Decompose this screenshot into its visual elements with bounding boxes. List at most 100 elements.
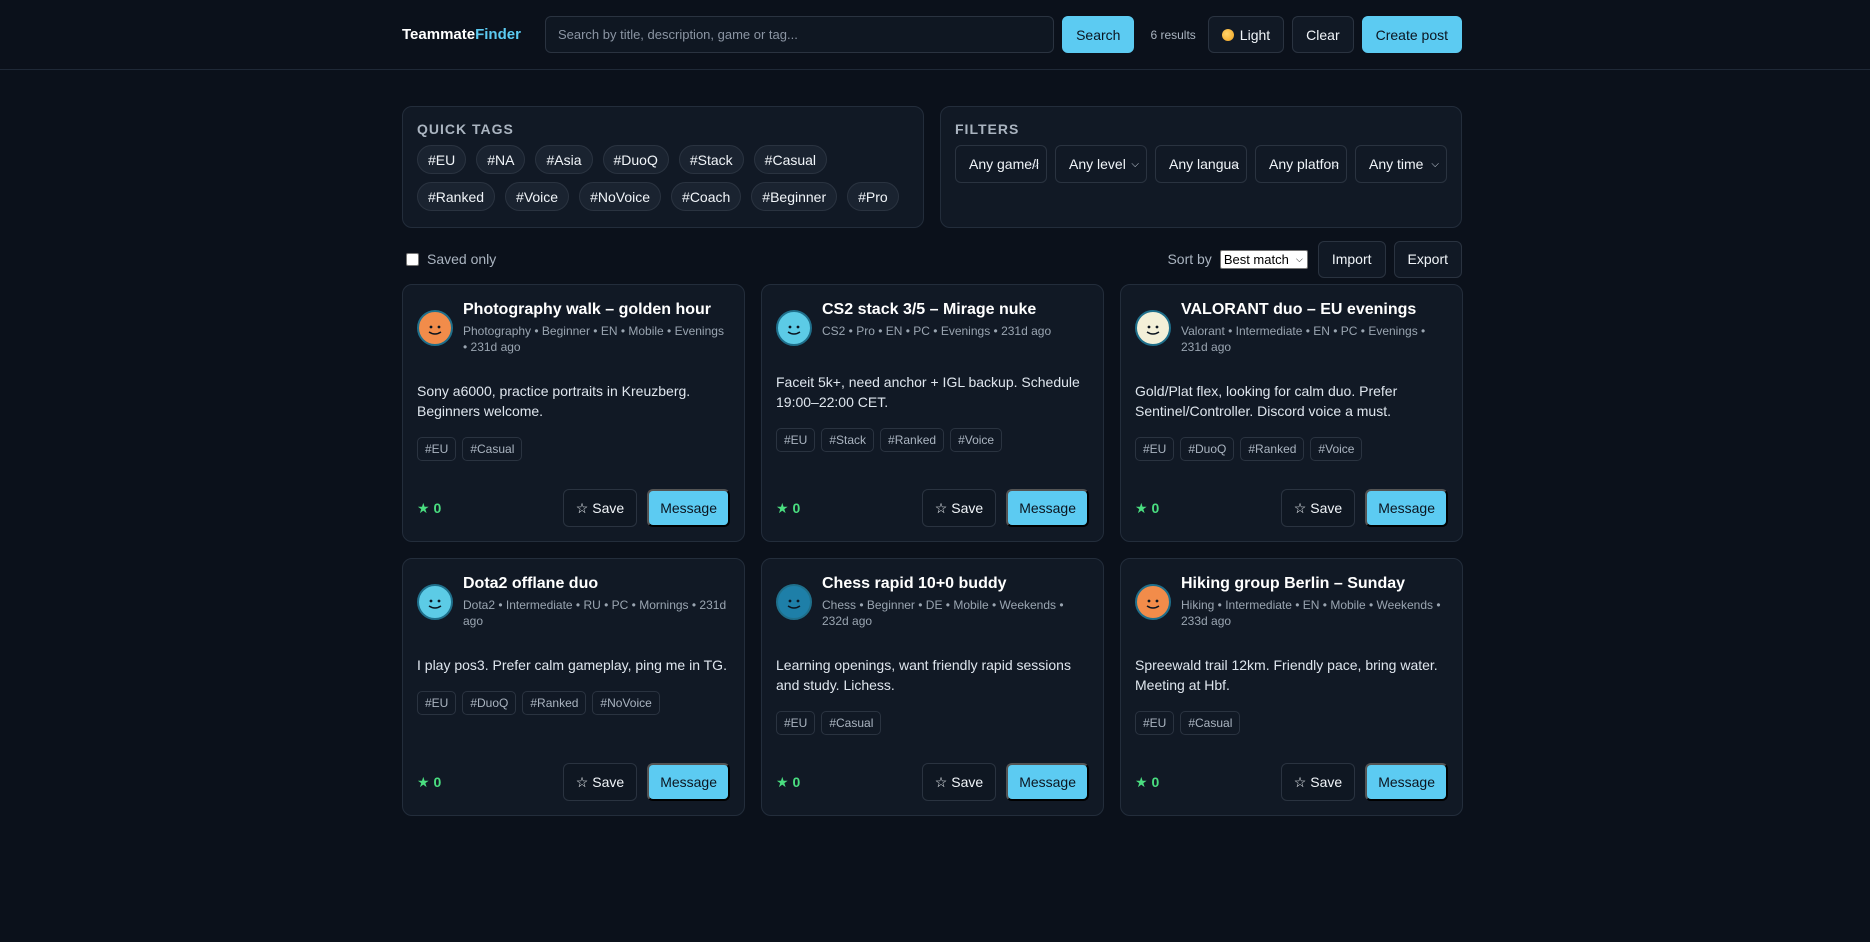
post-tag[interactable]: #Ranked (880, 428, 945, 452)
post-tag[interactable]: #Stack (821, 428, 875, 452)
chevron-down-icon: ⌵ (1231, 159, 1239, 170)
post-title[interactable]: Chess rapid 10+0 buddy (822, 575, 1089, 593)
export-button[interactable]: Export (1393, 240, 1462, 278)
post-meta: Chess • Beginner • DE • Mobile • Weekend… (822, 598, 1064, 628)
post-tag[interactable]: #Ranked (1240, 437, 1305, 461)
saved-only-toggle[interactable]: Saved only (402, 251, 496, 267)
quick-tag[interactable]: #Ranked (417, 182, 496, 211)
quick-tags-list: #EU #NA #Asia #DuoQ #Stack #Casual #Ranked #Voi… (417, 145, 909, 211)
post-title[interactable]: Hiking group Berlin – Sunday (1181, 575, 1448, 593)
logo-text-accent: Finder (475, 26, 521, 43)
star-count: ★ 0 (776, 499, 801, 516)
message-button[interactable]: Message (1365, 763, 1448, 801)
star-outline-icon: ☆ (1293, 499, 1307, 516)
save-button[interactable]: ☆ Save (1280, 763, 1356, 801)
filter-select[interactable]: Any langua ⌵ (1155, 145, 1247, 183)
filter-select[interactable]: Any platfon ⌵ (1255, 145, 1347, 183)
quick-tag[interactable]: #Voice (505, 182, 570, 211)
quick-tag[interactable]: #Casual (753, 145, 828, 174)
quick-tag[interactable]: #NA (476, 145, 526, 174)
quick-tag[interactable]: #Beginner (751, 182, 838, 211)
post-title[interactable]: Dota2 offlane duo (463, 575, 730, 593)
post-tag[interactable]: #DuoQ (462, 691, 517, 715)
star-count: ★ 0 (1135, 499, 1160, 516)
post-tag[interactable]: #EU (417, 691, 457, 715)
post-tag[interactable]: #DuoQ (1180, 437, 1235, 461)
post-grid: Photography walk – golden hour Photograph… (402, 284, 1463, 816)
post-tag[interactable]: #Voice (950, 428, 1003, 452)
quick-tag[interactable]: #EU (417, 145, 467, 174)
filter-select-value: Any game/l (969, 156, 1040, 172)
save-label: Save (951, 774, 984, 790)
filter-select-value: Any level (1069, 156, 1126, 172)
post-title[interactable]: Photography walk – golden hour (463, 301, 730, 319)
star-outline-icon: ☆ (575, 773, 589, 790)
chevron-down-icon: ⌵ (1296, 253, 1303, 264)
quick-tag[interactable]: #Coach (671, 182, 742, 211)
avatar (417, 584, 453, 620)
save-button[interactable]: ☆ Save (562, 763, 638, 801)
clear-button[interactable]: Clear (1292, 16, 1354, 53)
star-outline-icon: ☆ (1293, 773, 1307, 790)
sun-icon (1221, 28, 1234, 41)
avatar (776, 310, 812, 346)
theme-toggle-label: Light (1239, 26, 1271, 43)
save-button[interactable]: ☆ Save (921, 489, 997, 527)
post-description: Sony a6000, practice portraits in Kreuzb… (417, 383, 691, 419)
save-button[interactable]: ☆ Save (1280, 489, 1356, 527)
post-title[interactable]: VALORANT duo – EU evenings (1181, 301, 1448, 319)
save-label: Save (592, 774, 625, 790)
post-tag[interactable]: #Voice (1310, 437, 1363, 461)
post-card: Dota2 offlane duo Dota2 • Intermediate • … (402, 558, 745, 816)
save-label: Save (1310, 774, 1343, 790)
post-title[interactable]: CS2 stack 3/5 – Mirage nuke (822, 301, 1051, 319)
post-meta: Photography • Beginner • EN • Mobile • E… (463, 324, 724, 354)
post-tag[interactable]: #Casual (462, 437, 523, 461)
save-label: Save (951, 500, 984, 516)
create-post-button[interactable]: Create post (1361, 16, 1462, 53)
quick-tag[interactable]: #Stack (678, 145, 744, 174)
post-tag[interactable]: #EU (776, 428, 816, 452)
quick-tag[interactable]: #Pro (847, 182, 899, 211)
filter-select[interactable]: Any time ⌵ (1355, 145, 1447, 183)
avatar (417, 310, 453, 346)
message-button[interactable]: Message (1006, 489, 1089, 527)
search-input[interactable] (544, 16, 1055, 53)
post-tag[interactable]: #EU (776, 711, 816, 735)
message-button[interactable]: Message (647, 763, 730, 801)
filter-select[interactable]: Any level ⌵ (1055, 145, 1147, 183)
post-tag[interactable]: #Casual (1180, 711, 1241, 735)
post-description: Gold/Plat flex, looking for calm duo. Pr… (1135, 383, 1398, 419)
save-button[interactable]: ☆ Save (562, 489, 638, 527)
post-meta: Hiking • Intermediate • EN • Mobile • We… (1181, 598, 1441, 628)
sort-select[interactable]: Best match ⌵ (1219, 249, 1308, 269)
post-tag[interactable]: #EU (417, 437, 457, 461)
post-tag[interactable]: #EU (1135, 437, 1175, 461)
post-meta: CS2 • Pro • EN • PC • Evenings • 231d ag… (822, 324, 1052, 338)
save-label: Save (1310, 500, 1343, 516)
saved-only-checkbox[interactable] (406, 252, 419, 266)
quick-tags-title: QUICK TAGS (417, 121, 514, 137)
app-logo[interactable]: TeammateFinder (402, 26, 521, 43)
quick-tag[interactable]: #Asia (535, 145, 593, 174)
message-button[interactable]: Message (1006, 763, 1089, 801)
theme-toggle-button[interactable]: Light (1207, 16, 1285, 53)
post-tag[interactable]: #Ranked (522, 691, 587, 715)
import-button[interactable]: Import (1317, 240, 1386, 278)
post-tag[interactable]: #EU (1135, 711, 1175, 735)
star-count: ★ 0 (417, 499, 442, 516)
quick-tag[interactable]: #NoVoice (579, 182, 662, 211)
message-button[interactable]: Message (647, 489, 730, 527)
search-button[interactable]: Search (1062, 16, 1135, 53)
logo-text-primary: Teammate (402, 26, 476, 43)
filter-select[interactable]: Any game/l ⌵ (955, 145, 1047, 183)
message-button[interactable]: Message (1365, 489, 1448, 527)
post-tags: #EU #DuoQ #Ranked #Voice (1135, 437, 1448, 461)
post-tag[interactable]: #NoVoice (592, 691, 660, 715)
sort-label: Sort by (1167, 251, 1212, 267)
chevron-down-icon: ⌵ (1031, 159, 1039, 170)
main-content: QUICK TAGS #EU #NA #Asia #DuoQ #Stack #Casual… (402, 106, 1463, 816)
save-button[interactable]: ☆ Save (921, 763, 997, 801)
quick-tag[interactable]: #DuoQ (602, 145, 669, 174)
post-tag[interactable]: #Casual (821, 711, 882, 735)
